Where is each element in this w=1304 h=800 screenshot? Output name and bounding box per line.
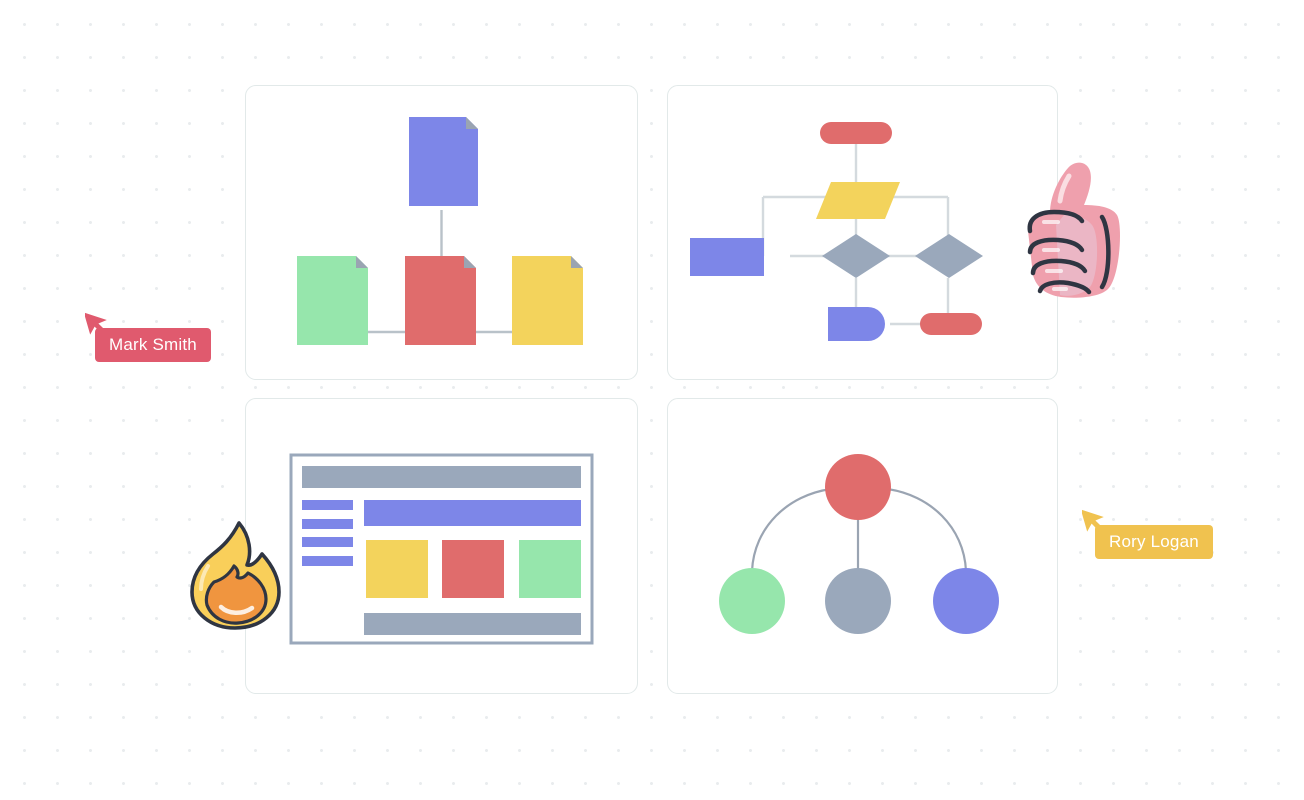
mind-map-node-center xyxy=(825,454,891,520)
cursor-label-mark-smith: Mark Smith xyxy=(95,328,211,362)
org-node-middle xyxy=(405,256,476,345)
flowchart-card[interactable] xyxy=(667,85,1058,380)
wireframe-hero-bar xyxy=(364,500,581,526)
wireframe-tile-2 xyxy=(442,540,504,598)
org-chart-card[interactable] xyxy=(245,85,638,380)
flowchart-node-start xyxy=(820,122,892,144)
mind-map-illustration xyxy=(668,399,1057,693)
flowchart-node-decision-1 xyxy=(822,234,890,278)
board-canvas[interactable]: Mark Smith Rory Logan xyxy=(0,0,1304,800)
flowchart-node-decision-2 xyxy=(915,234,983,278)
flowchart-node-action xyxy=(828,307,885,341)
wireframe-card[interactable] xyxy=(245,398,638,694)
wireframe-illustration xyxy=(246,399,637,693)
org-node-right xyxy=(512,256,583,345)
flowchart-illustration xyxy=(668,86,1057,379)
org-node-root xyxy=(409,117,478,206)
wireframe-tile-1 xyxy=(366,540,428,598)
thumbs-up-emoji[interactable] xyxy=(1016,155,1128,305)
fire-emoji[interactable] xyxy=(186,519,286,631)
wireframe-tile-3 xyxy=(519,540,581,598)
wireframe-footer-bar xyxy=(364,613,581,635)
flowchart-connectors xyxy=(761,141,950,326)
mind-map-node-child-2 xyxy=(825,568,891,634)
flowchart-node-process xyxy=(690,238,764,276)
mind-map-node-child-3 xyxy=(933,568,999,634)
mind-map-node-child-1 xyxy=(719,568,785,634)
flowchart-node-input xyxy=(816,182,900,219)
fire-icon xyxy=(190,521,281,630)
thumbs-up-icon xyxy=(1027,162,1120,298)
org-chart-illustration xyxy=(246,86,637,379)
cursor-label-rory-logan: Rory Logan xyxy=(1095,525,1213,559)
mind-map-card[interactable] xyxy=(667,398,1058,694)
flowchart-node-end xyxy=(920,313,982,335)
wireframe-header-bar xyxy=(302,466,581,488)
org-node-left xyxy=(297,256,368,345)
